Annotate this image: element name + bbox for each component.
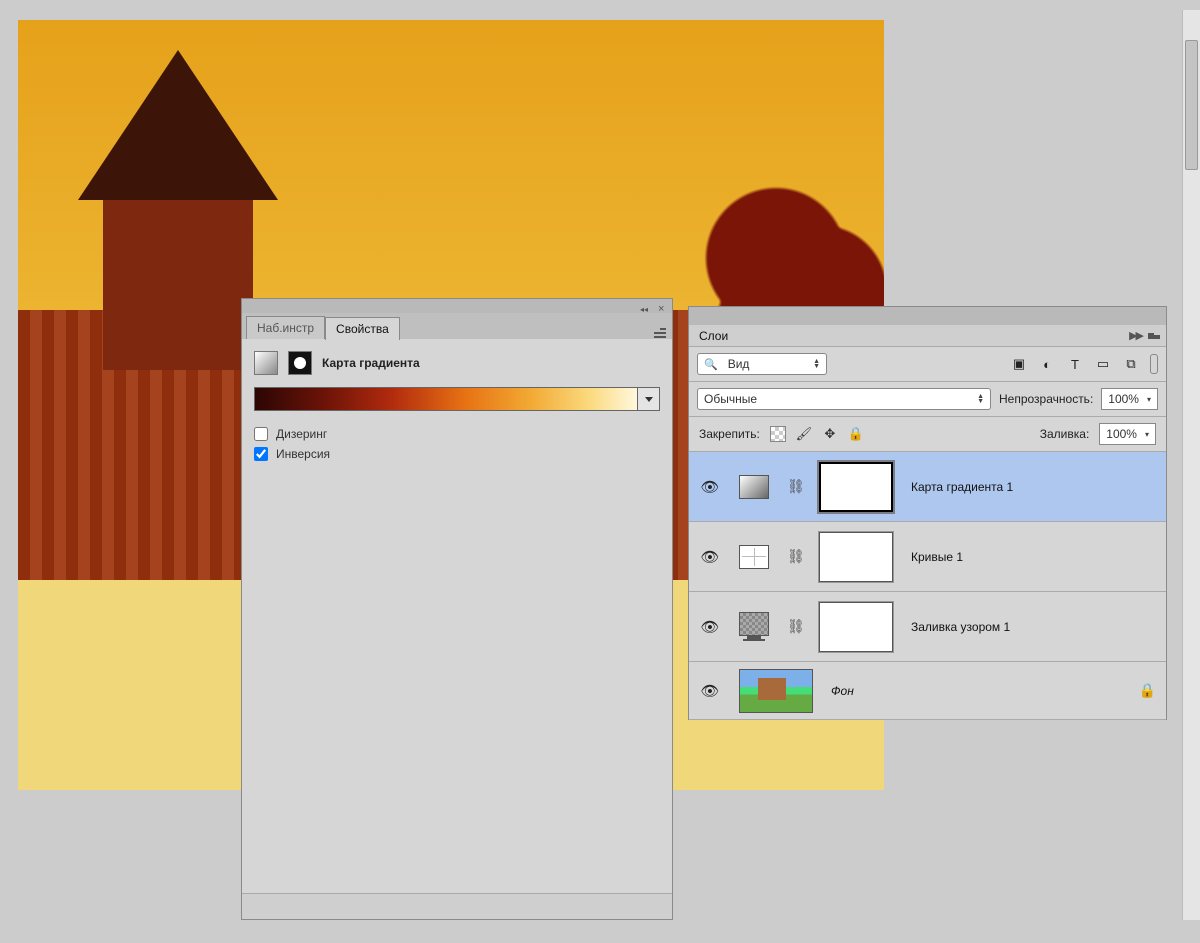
gradient-picker [254,387,660,411]
layer-name[interactable]: Кривые 1 [911,550,963,564]
lock-icons: 🖌 ✥ 🔒 [770,426,864,442]
layer-name[interactable]: Заливка узором 1 [911,620,1010,634]
filter-type-icon[interactable]: T [1066,356,1084,372]
fill-label: Заливка: [1040,427,1090,441]
lock-label: Закрепить: [699,427,760,441]
layers-menu-icon[interactable] [1148,333,1160,339]
gradient-dropdown[interactable] [638,387,660,411]
adjustment-thumbnail[interactable] [739,475,769,499]
panel-menu-icon[interactable] [650,327,666,339]
expand-icon[interactable]: ▶▶ [1129,329,1142,342]
lock-paint-icon[interactable]: 🖌 [796,426,812,442]
reverse-checkbox-row[interactable]: Инверсия [254,447,660,461]
layer-filter-label: Вид [728,357,750,371]
adjustment-title: Карта градиента [322,356,420,370]
filter-shape-icon[interactable]: ▭ [1094,356,1112,372]
filter-adjust-icon[interactable]: ◐ [1038,356,1056,372]
link-icon[interactable]: ⛓ [787,478,801,495]
properties-panel: Наб.инстр Свойства Карта градиента Дизер… [241,298,673,920]
blend-mode-select[interactable]: Обычные ▲▼ [697,388,991,410]
mask-icon[interactable] [288,351,312,375]
properties-tabs: Наб.инстр Свойства [242,313,672,339]
layer-name[interactable]: Фон [831,684,854,698]
lock-transparency-icon[interactable] [770,426,786,442]
property-header: Карта градиента [254,351,660,375]
layer-filter-select[interactable]: Вид ▲▼ [697,353,827,375]
tab-presets[interactable]: Наб.инстр [246,316,325,339]
scrollbar-thumb[interactable] [1185,40,1198,170]
reverse-checkbox[interactable] [254,447,268,461]
opacity-label: Непрозрачность: [999,392,1093,406]
adjustment-thumbnail[interactable] [739,612,769,641]
tab-properties[interactable]: Свойства [325,317,400,340]
close-icon[interactable] [658,301,668,311]
layers-tabs: Слои ▶▶ [689,325,1166,347]
filter-toggle[interactable] [1150,354,1158,374]
panel-titlebar[interactable] [242,299,672,313]
link-icon[interactable]: ⛓ [787,618,801,635]
reverse-label: Инверсия [276,447,330,461]
visibility-icon[interactable]: 👁 [699,618,721,636]
search-icon [704,357,722,371]
collapse-icon[interactable] [640,301,650,311]
lock-all-icon[interactable]: 🔒 [848,426,864,442]
dither-checkbox-row[interactable]: Дизеринг [254,427,660,441]
blend-row: Обычные ▲▼ Непрозрачность: 100% ▾ [689,382,1166,417]
vertical-scrollbar[interactable] [1182,10,1200,920]
layers-titlebar[interactable] [689,307,1166,325]
layer-row-gradient-map[interactable]: 👁 ⛓ Карта градиента 1 [689,452,1166,522]
visibility-icon[interactable]: 👁 [699,682,721,700]
visibility-icon[interactable]: 👁 [699,548,721,566]
lock-row: Закрепить: 🖌 ✥ 🔒 Заливка: 100% ▾ [689,417,1166,452]
tab-layers[interactable]: Слои [689,325,738,347]
properties-footer [242,893,672,919]
layers-filter-bar: Вид ▲▼ ▣ ◐ T ▭ ⧉ [689,347,1166,382]
layer-row-background[interactable]: 👁 Фон 🔒 [689,662,1166,720]
fill-value: 100% [1106,427,1137,441]
background-lock-icon[interactable]: 🔒 [1139,682,1156,699]
layer-row-pattern[interactable]: 👁 ⛓ Заливка узором 1 [689,592,1166,662]
filter-pixel-icon[interactable]: ▣ [1010,356,1028,372]
lock-position-icon[interactable]: ✥ [822,426,838,442]
layer-thumbnail[interactable] [739,669,813,713]
layer-name[interactable]: Карта градиента 1 [911,480,1013,494]
gradient-preview[interactable] [254,387,638,411]
visibility-icon[interactable]: 👁 [699,478,721,496]
dither-checkbox[interactable] [254,427,268,441]
opacity-value: 100% [1108,392,1139,406]
layer-mask-thumbnail[interactable] [819,532,893,582]
dither-label: Дизеринг [276,427,327,441]
layers-list: 👁 ⛓ Карта градиента 1 👁 ⛓ Кривые 1 👁 ⛓ З… [689,452,1166,720]
properties-body: Карта градиента Дизеринг Инверсия [242,339,672,479]
adjustment-thumbnail[interactable] [739,545,769,569]
link-icon[interactable]: ⛓ [787,548,801,565]
opacity-input[interactable]: 100% ▾ [1101,388,1158,410]
layers-panel: Слои ▶▶ Вид ▲▼ ▣ ◐ T ▭ ⧉ Обычные ▲▼ Непр… [688,306,1167,720]
layer-row-curves[interactable]: 👁 ⛓ Кривые 1 [689,522,1166,592]
filter-smart-icon[interactable]: ⧉ [1122,356,1140,372]
fill-input[interactable]: 100% ▾ [1099,423,1156,445]
layer-mask-thumbnail[interactable] [819,462,893,512]
blend-mode-value: Обычные [704,392,757,406]
layer-mask-thumbnail[interactable] [819,602,893,652]
adjustment-icon[interactable] [254,351,278,375]
